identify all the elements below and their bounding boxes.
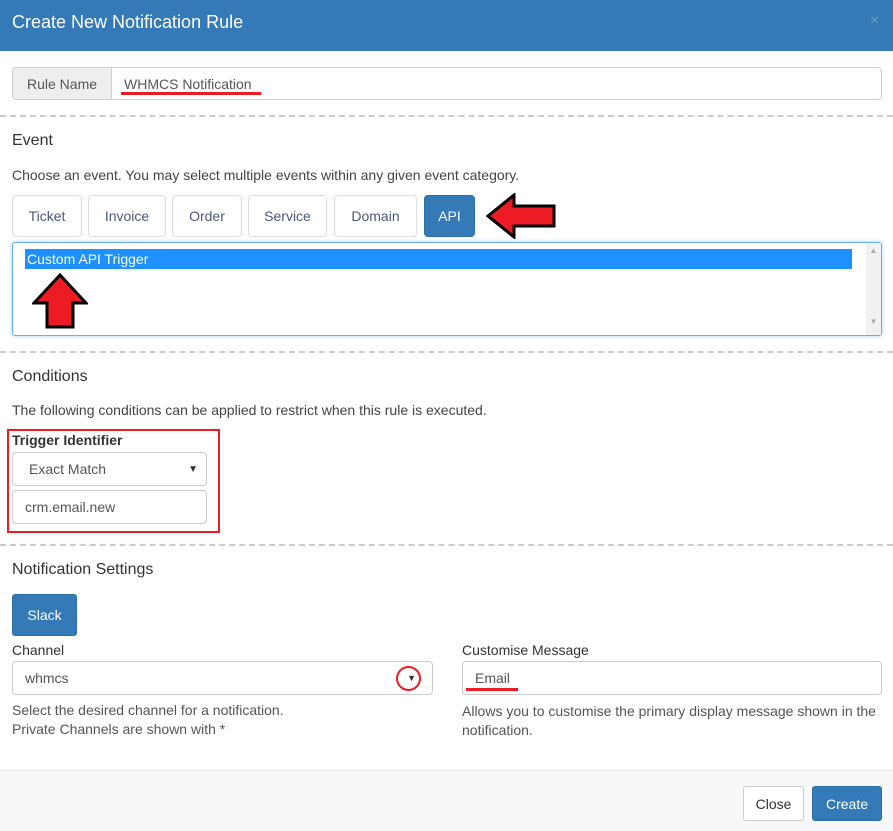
tab-invoice[interactable]: Invoice xyxy=(88,195,166,237)
conditions-heading: Conditions xyxy=(12,368,88,385)
event-option[interactable]: Custom API Trigger xyxy=(25,249,852,269)
message-input[interactable]: Email xyxy=(462,661,882,695)
conditions-description: The following conditions can be applied … xyxy=(12,402,487,418)
message-help: Allows you to customise the primary disp… xyxy=(462,703,876,738)
close-button[interactable]: Close xyxy=(743,786,804,821)
create-button[interactable]: Create xyxy=(812,786,882,821)
annotation-circle xyxy=(396,666,421,691)
channel-label: Channel xyxy=(12,642,65,658)
slack-button[interactable]: Slack xyxy=(12,594,77,636)
annotation-arrow-up-icon xyxy=(32,273,88,329)
annotation-underline xyxy=(121,92,261,95)
match-type-select[interactable]: Exact Match ▼ xyxy=(12,452,207,486)
close-icon[interactable]: × xyxy=(870,12,879,30)
annotation-arrow-left-icon xyxy=(486,193,556,239)
channel-help: Select the desired channel for a notific… xyxy=(12,702,284,718)
channel-value: whmcs xyxy=(25,670,69,686)
rule-name-label: Rule Name xyxy=(13,68,112,99)
identifier-input[interactable]: crm.email.new xyxy=(12,490,207,524)
tab-domain[interactable]: Domain xyxy=(334,195,417,237)
tab-service[interactable]: Service xyxy=(248,195,327,237)
rule-name-group: Rule Name WHMCS Notification xyxy=(12,67,882,100)
notification-heading: Notification Settings xyxy=(12,561,154,578)
chevron-down-icon: ▼ xyxy=(188,463,198,475)
channel-help-private: Private Channels are shown with * xyxy=(12,721,226,737)
trigger-identifier-label: Trigger Identifier xyxy=(12,432,123,448)
scrollbar[interactable]: ▲ ▼ xyxy=(866,243,881,335)
tab-api[interactable]: API xyxy=(424,195,475,237)
modal-title: Create New Notification Rule xyxy=(12,12,244,32)
message-label: Customise Message xyxy=(462,642,589,658)
tab-order[interactable]: Order xyxy=(172,195,242,237)
channel-select[interactable]: whmcs ▼ xyxy=(12,661,433,695)
divider xyxy=(0,544,893,546)
divider xyxy=(0,115,893,117)
tab-ticket[interactable]: Ticket xyxy=(12,195,82,237)
annotation-underline xyxy=(466,688,518,691)
scroll-up-icon[interactable]: ▲ xyxy=(866,246,881,255)
event-listbox[interactable]: Custom API Trigger ▲ ▼ xyxy=(12,242,882,336)
event-description: Choose an event. You may select multiple… xyxy=(12,167,520,183)
event-heading: Event xyxy=(12,132,53,149)
divider xyxy=(0,351,893,353)
match-type-value: Exact Match xyxy=(29,461,107,477)
scroll-down-icon[interactable]: ▼ xyxy=(866,317,881,326)
